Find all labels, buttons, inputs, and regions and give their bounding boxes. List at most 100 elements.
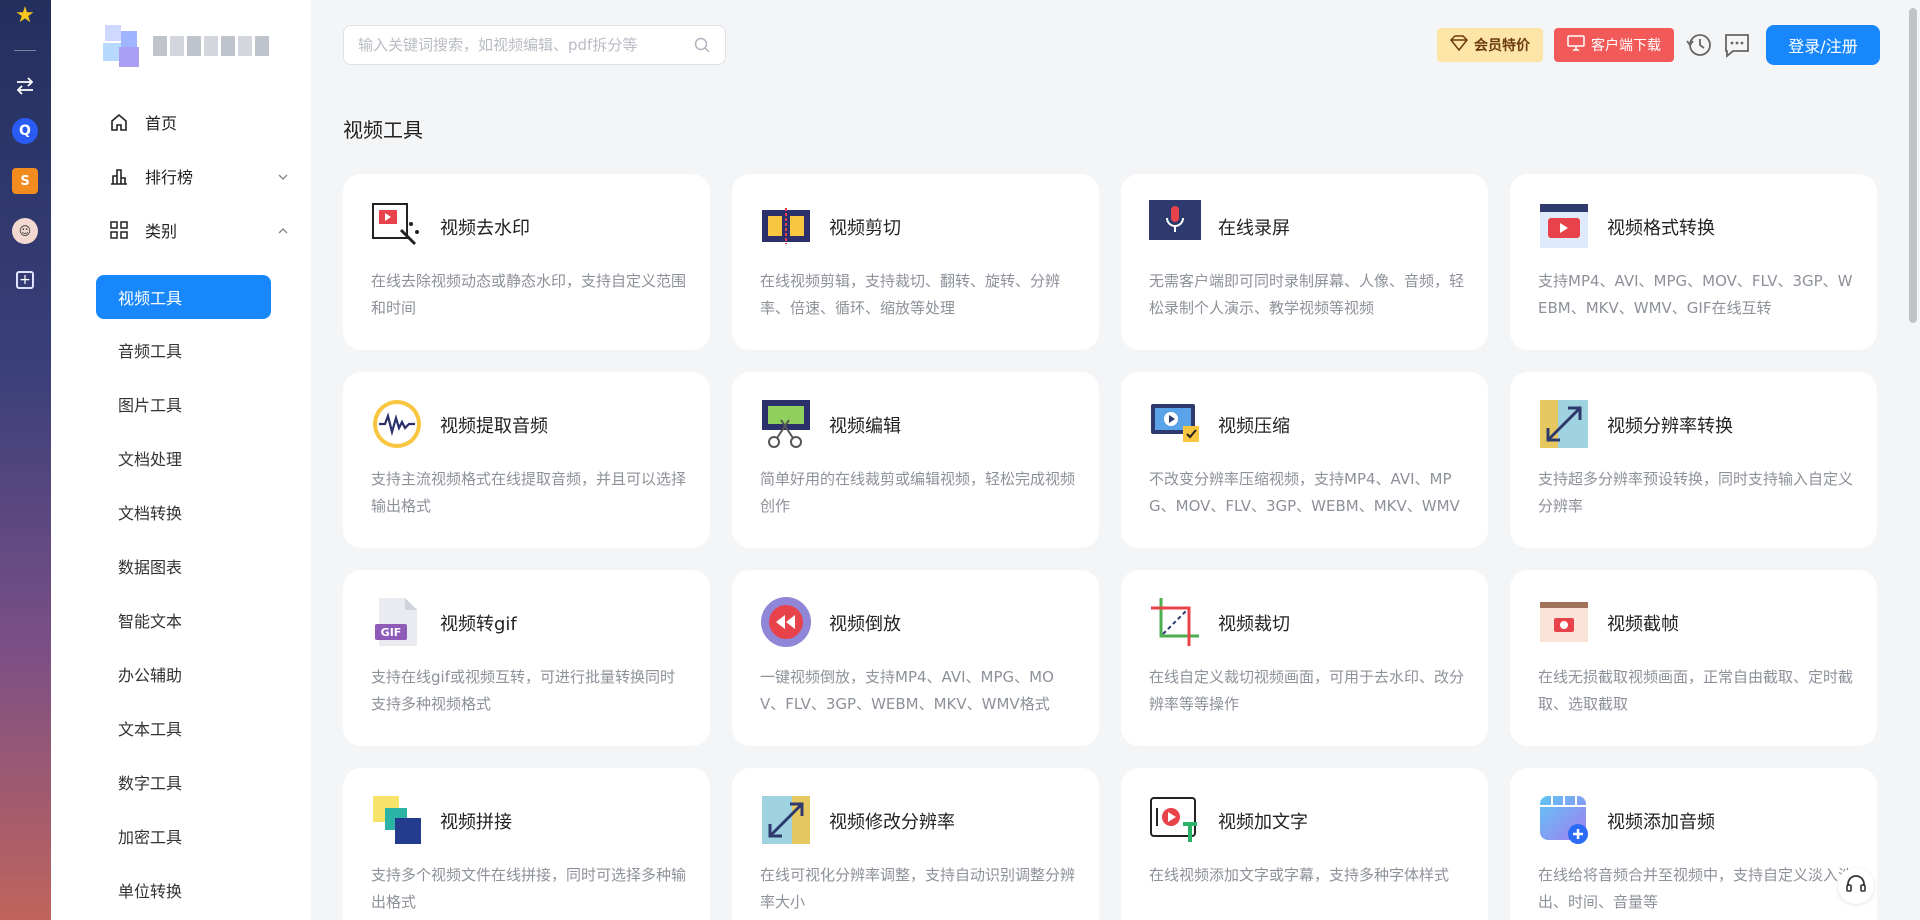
tool-card[interactable]: 视频编辑 简单好用的在线裁剪或编辑视频，轻松完成视频创作 — [732, 372, 1099, 548]
category-image-tools[interactable]: 图片工具 — [96, 382, 271, 426]
search-input[interactable] — [358, 36, 693, 54]
nav-home-label: 首页 — [145, 114, 178, 133]
s-extension-icon[interactable]: S — [12, 168, 38, 194]
rewind-icon — [760, 596, 812, 648]
tool-card-desc: 支持多个视频文件在线拼接，同时可选择多种输出格式 — [371, 866, 686, 911]
tool-card[interactable]: 视频压缩 不改变分辨率压缩视频，支持MP4、AVI、MPG、MOV、FLV、3G… — [1121, 372, 1488, 548]
tool-card[interactable]: 视频分辨率转换 支持超多分辨率预设转换，同时支持输入自定义分辨率 — [1510, 372, 1877, 548]
category-number-tools[interactable]: 数字工具 — [96, 760, 271, 804]
tool-card-title: 视频裁切 — [1218, 614, 1290, 635]
tool-card[interactable]: GIF 视频转gif 支持在线gif或视频互转，可进行批量转换同时支持多种视频格… — [343, 570, 710, 746]
tool-card-desc: 一键视频倒放，支持MP4、AVI、MPG、MOV、FLV、3GP、WEBM、MK… — [760, 668, 1054, 713]
category-data-charts[interactable]: 数据图表 — [96, 544, 271, 588]
tool-card[interactable]: 视频格式转换 支持MP4、AVI、MPG、MOV、FLV、3GP、WEBM、MK… — [1510, 174, 1877, 350]
tool-card-title: 视频压缩 — [1218, 416, 1290, 437]
category-audio-tools[interactable]: 音频工具 — [96, 328, 271, 372]
video-convert-icon — [1538, 200, 1590, 252]
scrollbar-thumb[interactable] — [1909, 8, 1917, 323]
add-extension-icon[interactable]: + — [16, 271, 34, 289]
tool-card[interactable]: 视频加文字 在线视频添加文字或字幕，支持多种字体样式 — [1121, 768, 1488, 920]
tool-card-desc: 在线给将音频合并至视频中，支持自定义淡入淡出、时间、音量等 — [1538, 866, 1853, 911]
tool-card[interactable]: 视频添加音频 在线给将音频合并至视频中，支持自定义淡入淡出、时间、音量等 — [1510, 768, 1877, 920]
resize-icon — [760, 794, 812, 846]
tool-card[interactable]: 视频截帧 在线无损截取视频画面，正常自由截取、定时截取、选取截取 — [1510, 570, 1877, 746]
frame-capture-icon — [1538, 596, 1590, 648]
tool-card-desc: 支持超多分辨率预设转换，同时支持输入自定义分辨率 — [1538, 470, 1853, 515]
film-cut-icon — [760, 200, 812, 252]
tool-card-title: 视频倒放 — [829, 614, 901, 635]
tool-card[interactable]: 视频修改分辨率 在线可视化分辨率调整，支持自动识别调整分辨率大小 — [732, 768, 1099, 920]
tool-card[interactable]: 视频剪切 在线视频剪辑，支持裁切、翻转、旋转、分辨率、倍速、循环、缩放等处理 — [732, 174, 1099, 350]
avatar-extension-icon[interactable]: ☺ — [12, 218, 38, 244]
tool-card[interactable]: 视频提取音频 支持主流视频格式在线提取音频，并且可以选择输出格式 — [343, 372, 710, 548]
tool-card-desc: 支持主流视频格式在线提取音频，并且可以选择输出格式 — [371, 470, 686, 515]
grid-icon — [107, 218, 131, 242]
tool-card-desc: 简单好用的在线裁剪或编辑视频，轻松完成视频创作 — [760, 470, 1075, 515]
category-unit-conversion[interactable]: 单位转换 — [96, 868, 271, 912]
monitor-icon — [1567, 35, 1585, 55]
tool-card-title: 视频添加音频 — [1607, 812, 1715, 833]
tool-card-desc: 支持在线gif或视频互转，可进行批量转换同时支持多种视频格式 — [371, 668, 675, 713]
tool-card-title: 视频编辑 — [829, 416, 901, 437]
tool-card-desc: 无需客户端即可同时录制屏幕、人像、音频，轻松录制个人演示、教学视频等视频 — [1149, 272, 1464, 317]
tool-card-title: 视频转gif — [440, 614, 517, 635]
video-edit-icon — [760, 398, 812, 450]
logo-mark-icon — [101, 23, 147, 69]
section-title: 视频工具 — [343, 118, 423, 142]
swap-arrows-icon[interactable] — [12, 73, 38, 99]
category-office-assist[interactable]: 办公辅助 — [96, 652, 271, 696]
search-box[interactable] — [343, 25, 726, 65]
client-download-button[interactable]: 客户端下载 — [1554, 28, 1674, 62]
tool-card-desc: 在线无损截取视频画面，正常自由截取、定时截取、选取截取 — [1538, 668, 1853, 713]
bar-chart-icon — [107, 164, 131, 188]
login-register-button[interactable]: 登录/注册 — [1766, 25, 1880, 65]
nav-ranking-label: 排行榜 — [145, 168, 194, 187]
history-icon[interactable] — [1685, 31, 1713, 59]
add-text-icon — [1149, 794, 1201, 846]
video-merge-icon — [371, 794, 423, 846]
client-download-label: 客户端下载 — [1591, 38, 1661, 54]
tool-card-desc: 支持MP4、AVI、MPG、MOV、FLV、3GP、WEBM、MKV、WMV、G… — [1538, 272, 1853, 317]
category-text-tools[interactable]: 文本工具 — [96, 706, 271, 750]
extension-divider — [14, 50, 36, 51]
nav-category-label: 类别 — [145, 222, 178, 241]
video-compress-icon — [1149, 398, 1201, 450]
customer-support-button[interactable] — [1838, 868, 1874, 904]
category-doc-processing[interactable]: 文档处理 — [96, 436, 271, 480]
audio-wave-icon — [371, 398, 423, 450]
q-extension-icon[interactable]: Q — [12, 118, 38, 144]
favorites-star-icon[interactable]: ★ — [12, 2, 38, 28]
tool-card-title: 在线录屏 — [1218, 218, 1290, 239]
category-doc-conversion[interactable]: 文档转换 — [96, 490, 271, 534]
tool-card-desc: 在线视频剪辑，支持裁切、翻转、旋转、分辨率、倍速、循环、缩放等处理 — [760, 272, 1061, 317]
category-smart-text[interactable]: 智能文本 — [96, 598, 271, 642]
crop-icon — [1149, 596, 1201, 648]
tool-card-title: 视频修改分辨率 — [829, 812, 955, 833]
category-encrypt-tools[interactable]: 加密工具 — [96, 814, 271, 858]
resolution-icon — [1538, 398, 1590, 450]
tool-card[interactable]: 视频裁切 在线自定义裁切视频画面，可用于去水印、改分辨率等等操作 — [1121, 570, 1488, 746]
home-icon — [107, 110, 131, 134]
chevron-up-icon[interactable] — [277, 222, 289, 234]
search-icon[interactable] — [693, 36, 711, 54]
chevron-down-icon[interactable] — [277, 168, 289, 180]
watermark-remove-icon — [371, 200, 423, 252]
screen-record-icon — [1149, 200, 1201, 252]
page-scrollbar[interactable] — [1906, 0, 1920, 920]
sidebar: 首页 排行榜 类别 视频工具 音频工具 图片工具 文档处理 文档转换 数据图表 … — [51, 0, 311, 920]
nav-home[interactable]: 首页 — [107, 104, 307, 140]
tool-card[interactable]: 视频拼接 支持多个视频文件在线拼接，同时可选择多种输出格式 — [343, 768, 710, 920]
site-logo[interactable] — [101, 22, 271, 70]
tool-card[interactable]: 视频去水印 在线去除视频动态或静态水印，支持自定义范围和时间 — [343, 174, 710, 350]
tool-card[interactable]: 视频倒放 一键视频倒放，支持MP4、AVI、MPG、MOV、FLV、3GP、WE… — [732, 570, 1099, 746]
category-video-tools[interactable]: 视频工具 — [96, 275, 271, 319]
vip-offer-button[interactable]: 会员特价 — [1437, 28, 1543, 62]
gif-file-icon: GIF — [371, 596, 423, 648]
tool-card-desc: 在线视频添加文字或字幕，支持多种字体样式 — [1149, 866, 1450, 884]
tool-card-desc: 在线可视化分辨率调整，支持自动识别调整分辨率大小 — [760, 866, 1075, 911]
tool-card[interactable]: 在线录屏 无需客户端即可同时录制屏幕、人像、音频，轻松录制个人演示、教学视频等视… — [1121, 174, 1488, 350]
nav-ranking[interactable]: 排行榜 — [107, 158, 307, 194]
diamond-icon — [1449, 35, 1469, 55]
nav-category[interactable]: 类别 — [107, 212, 307, 248]
message-icon[interactable] — [1723, 31, 1751, 59]
